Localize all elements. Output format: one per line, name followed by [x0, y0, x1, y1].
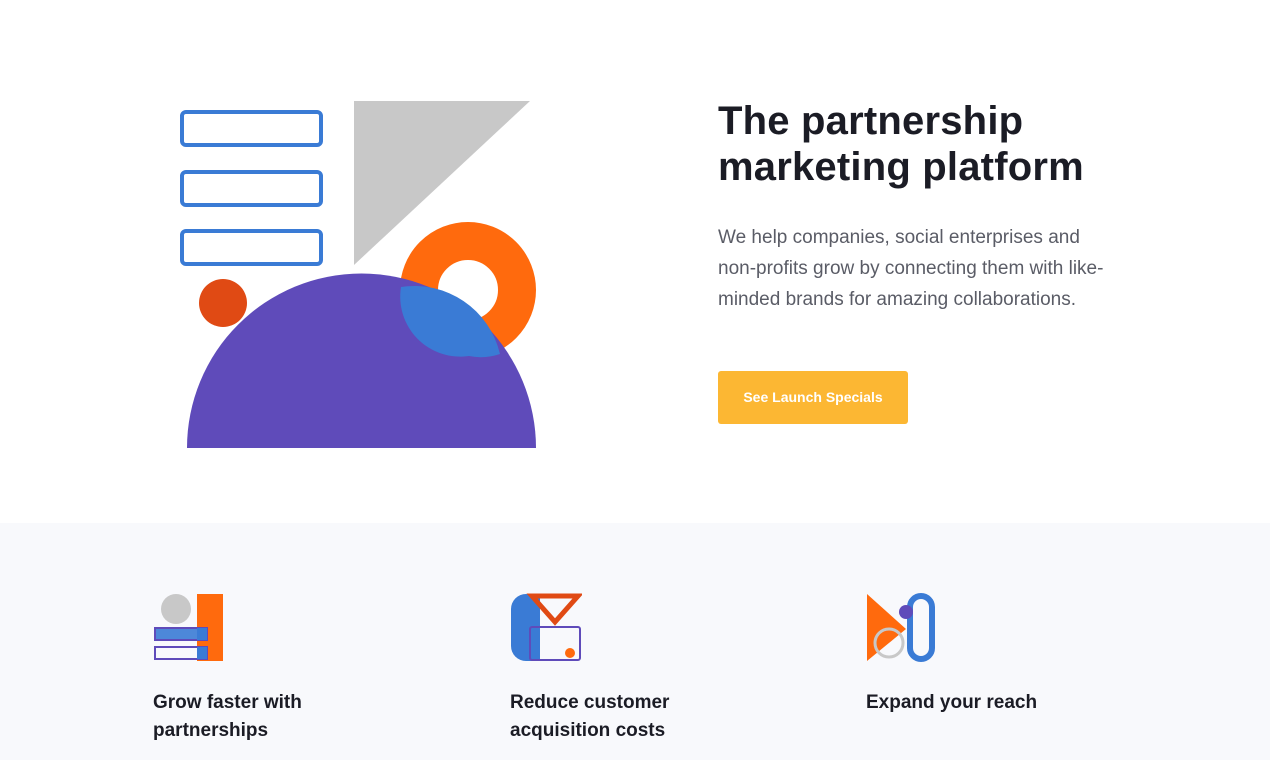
blue-outline-bar-3: [180, 229, 323, 266]
feature-title: Reduce customer acquisition costs: [510, 692, 670, 741]
red-dot: [199, 279, 247, 327]
hero-description: We help companies, social enterprises an…: [718, 227, 1104, 310]
feature-grow-faster: Grow faster with partnerships: [153, 593, 413, 745]
blue-outline-bar-1: [180, 110, 323, 147]
hero-title-line-1: The partnership: [718, 99, 1024, 143]
feature-title: Expand your reach: [866, 692, 1038, 713]
see-launch-specials-button[interactable]: See Launch Specials: [718, 371, 908, 424]
hero-illustration: [180, 101, 536, 448]
blue-outline-bar-2: [180, 170, 323, 207]
reduce-costs-icon: [511, 593, 582, 661]
hero-section: The partnership marketing platform We he…: [0, 0, 1270, 523]
features-section: Grow faster with partnerships Reduce cus…: [0, 523, 1270, 760]
expand-reach-icon: [867, 593, 935, 662]
feature-expand-reach: Expand your reach: [866, 593, 1126, 717]
feature-title: Grow faster with partnerships: [153, 692, 302, 741]
grow-partnerships-icon: [154, 594, 223, 661]
hero-title: The partnership marketing platform: [718, 98, 1138, 190]
hero-title-line-2: marketing platform: [718, 145, 1084, 189]
hero-copy: The partnership marketing platform We he…: [718, 98, 1138, 424]
feature-reduce-costs: Reduce customer acquisition costs: [510, 593, 770, 745]
